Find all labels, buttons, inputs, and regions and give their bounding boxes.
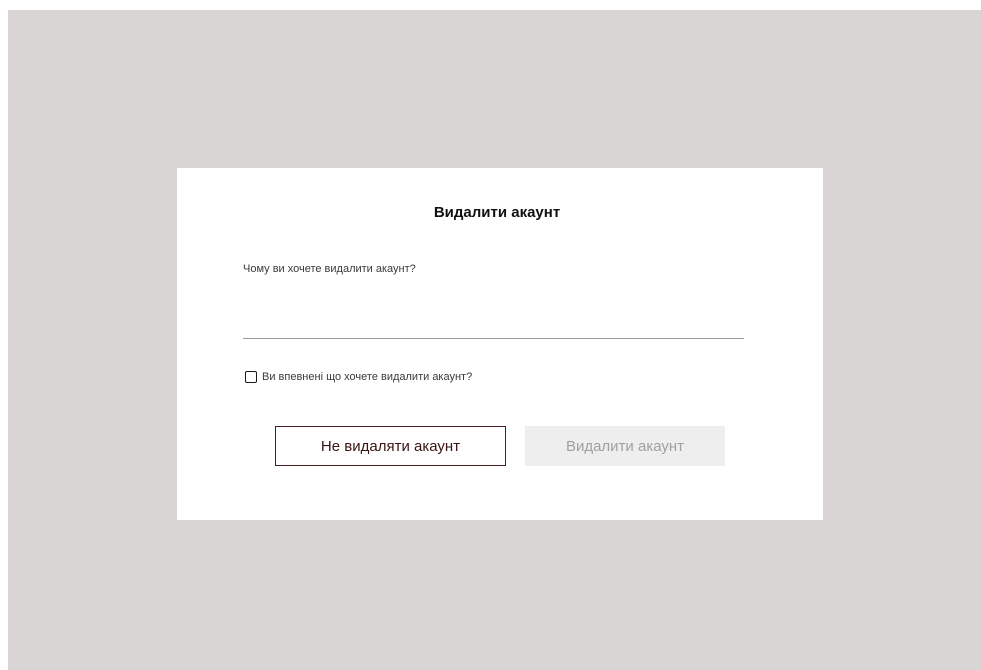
delete-account-dialog: Видалити акаунт Чому ви хочете видалити …: [177, 168, 823, 520]
reason-label: Чому ви хочете видалити акаунт?: [243, 263, 416, 275]
reason-input[interactable]: [243, 310, 744, 339]
confirm-label: Ви впевнені що хочете видалити акаунт?: [262, 371, 473, 383]
dialog-title: Видалити акаунт: [433, 204, 561, 221]
delete-account-button[interactable]: Видалити акаунт: [525, 426, 725, 466]
confirm-row[interactable]: Ви впевнені що хочете видалити акаунт?: [245, 371, 472, 383]
keep-account-button[interactable]: Не видаляти акаунт: [275, 426, 506, 466]
confirm-checkbox[interactable]: [245, 371, 257, 383]
